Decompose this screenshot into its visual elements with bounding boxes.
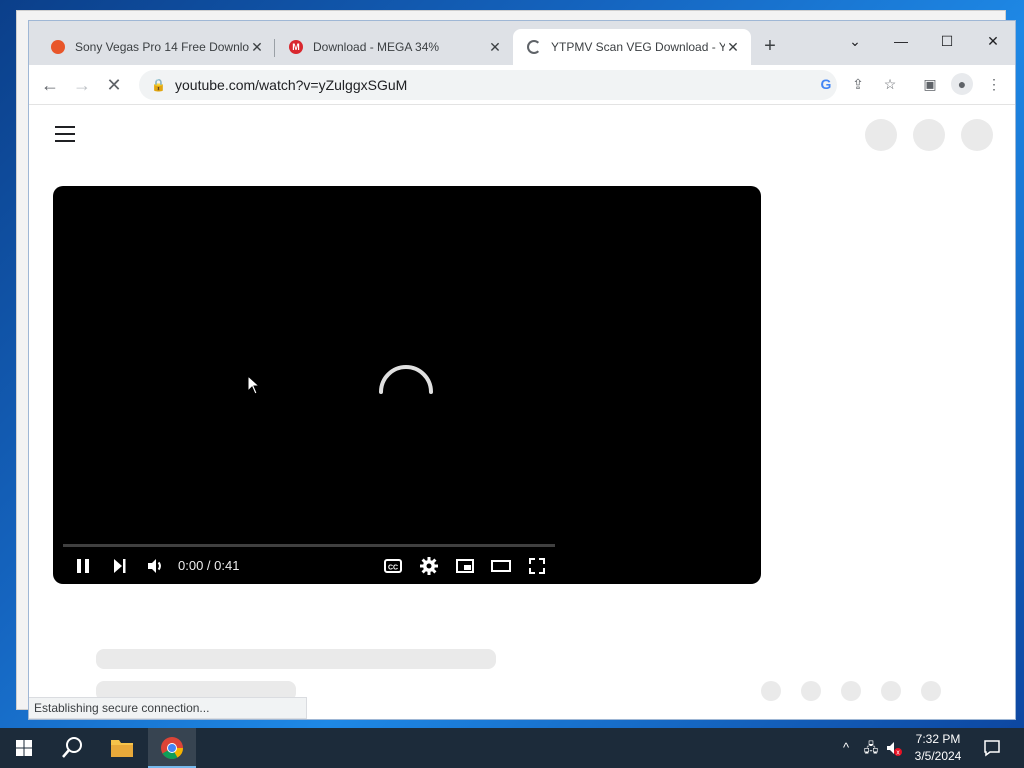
close-window-button[interactable]: ✕ — [973, 27, 1013, 55]
skeleton-title-placeholder — [96, 649, 496, 669]
time-display: 0:00 / 0:41 — [178, 558, 240, 573]
tab-sony-vegas[interactable]: Sony Vegas Pro 14 Free Downlo ✕ — [37, 29, 275, 65]
theater-mode-icon[interactable] — [489, 554, 513, 578]
url-text: youtube.com/watch?v=yZulggxSGuM — [175, 77, 408, 93]
svg-text:x: x — [896, 750, 900, 757]
start-button[interactable] — [0, 728, 48, 768]
skeleton-placeholder — [913, 119, 945, 151]
mouse-cursor-icon — [247, 375, 261, 395]
share-icon[interactable]: ⇪ — [847, 73, 869, 95]
tab-search-chevron-icon[interactable]: ⌄ — [835, 27, 875, 55]
bookmark-star-icon[interactable]: ☆ — [879, 73, 901, 95]
lock-icon: 🔒 — [151, 78, 166, 92]
skeleton-placeholder — [761, 681, 781, 701]
fullscreen-icon[interactable] — [525, 554, 549, 578]
skeleton-placeholder — [865, 119, 897, 151]
hamburger-menu-icon[interactable] — [55, 126, 75, 142]
stop-loading-button[interactable]: ✕ — [101, 73, 127, 97]
clock-time: 7:32 PM — [915, 732, 961, 746]
minimize-button[interactable]: — — [881, 27, 921, 55]
tab-title: Download - MEGA 34% — [313, 40, 440, 54]
skeleton-placeholder — [801, 681, 821, 701]
next-button[interactable] — [107, 554, 131, 578]
browser-toolbar: ← → ✕ 🔒 youtube.com/watch?v=yZulggxSGuM … — [29, 65, 1015, 105]
mega-favicon-icon: M — [289, 40, 303, 54]
system-clock[interactable]: 7:32 PM 3/5/2024 — [905, 731, 971, 765]
video-player[interactable]: 0:00 / 0:41 CC — [53, 186, 761, 584]
subtitles-icon[interactable]: CC — [381, 554, 405, 578]
maximize-button[interactable]: ☐ — [927, 27, 967, 55]
more-menu-icon[interactable]: ⋮ — [983, 73, 1005, 95]
search-button[interactable] — [48, 728, 96, 768]
skeleton-placeholder — [961, 119, 993, 151]
chrome-logo-icon — [161, 737, 183, 759]
network-icon[interactable]: 🖧 — [861, 738, 881, 758]
video-progress-bar[interactable] — [63, 544, 555, 547]
tab-title: Sony Vegas Pro 14 Free Downlo — [75, 40, 249, 54]
file-explorer-button[interactable] — [98, 728, 146, 768]
tab-mega-download[interactable]: M Download - MEGA 34% ✕ — [275, 29, 513, 65]
skeleton-placeholder — [881, 681, 901, 701]
status-bar: Establishing secure connection... — [29, 697, 307, 719]
tab-close-icon[interactable]: ✕ — [249, 39, 265, 55]
loading-spinner-icon — [379, 365, 433, 394]
skeleton-placeholder — [841, 681, 861, 701]
windows-logo-icon — [16, 740, 32, 756]
chrome-taskbar-button[interactable] — [148, 728, 196, 768]
taskbar: ^ 🖧 x 7:32 PM 3/5/2024 — [0, 728, 1024, 768]
svg-text:CC: CC — [388, 565, 398, 572]
show-hidden-icons-chevron-icon[interactable]: ^ — [838, 738, 854, 758]
browser-window: Sony Vegas Pro 14 Free Downlo ✕ M Downlo… — [28, 20, 1016, 720]
volume-icon[interactable] — [143, 554, 167, 578]
tab-strip: Sony Vegas Pro 14 Free Downlo ✕ M Downlo… — [29, 21, 1015, 65]
forward-button[interactable]: → — [69, 73, 95, 97]
new-tab-button[interactable]: + — [759, 35, 781, 57]
tab-close-icon[interactable]: ✕ — [725, 39, 741, 55]
clock-date: 3/5/2024 — [914, 749, 962, 763]
search-icon — [62, 737, 82, 758]
loading-favicon-icon — [527, 40, 541, 54]
skeleton-placeholder — [921, 681, 941, 701]
pause-button[interactable] — [71, 554, 95, 578]
miniplayer-icon[interactable] — [453, 554, 477, 578]
volume-muted-icon[interactable]: x — [884, 738, 904, 758]
settings-gear-icon[interactable] — [417, 554, 441, 578]
notifications-icon[interactable] — [980, 738, 1004, 758]
google-lens-icon[interactable]: G — [815, 73, 837, 95]
tab-close-icon[interactable]: ✕ — [487, 39, 503, 55]
download-favicon-icon — [51, 40, 65, 54]
side-panel-icon[interactable]: ▣ — [919, 73, 941, 95]
address-bar[interactable]: 🔒 youtube.com/watch?v=yZulggxSGuM — [139, 70, 837, 100]
folder-icon — [111, 740, 133, 757]
tab-title: YTPMV Scan VEG Download - Yo — [551, 40, 725, 54]
back-button[interactable]: ← — [37, 73, 63, 97]
profile-avatar-icon[interactable]: ● — [951, 73, 973, 95]
youtube-page: 0:00 / 0:41 CC — [29, 106, 1015, 719]
tab-ytpmv-scan[interactable]: YTPMV Scan VEG Download - Yo ✕ — [513, 29, 751, 65]
